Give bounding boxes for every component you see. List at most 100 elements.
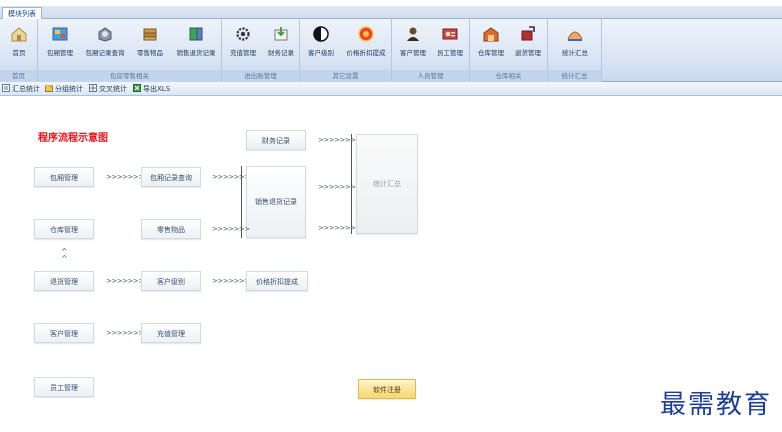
- tab-module-list[interactable]: 模块列表: [2, 7, 42, 19]
- retail-goods-button[interactable]: 零售物品: [132, 22, 168, 66]
- group-stat-icon: [45, 84, 53, 92]
- finance-record-button[interactable]: 财务记录: [264, 22, 298, 66]
- flow-staff-mgmt-button[interactable]: 员工管理: [34, 377, 94, 397]
- recharge-mgmt-button[interactable]: 充值管理: [226, 22, 260, 66]
- flow-sales-return-record-button[interactable]: 销售退货记录: [246, 166, 306, 238]
- return-mgmt-label: 退货管理: [515, 49, 541, 57]
- flow-arrow: >>>>>>>: [106, 173, 144, 181]
- room-icon: [52, 27, 68, 41]
- flow-arrow: >>>>>>>: [106, 277, 144, 285]
- flow-up-arrow: ^: [61, 254, 68, 263]
- export-xls-label: 导出XLS: [143, 85, 171, 93]
- flow-connector-right: [351, 134, 352, 234]
- ribbon-group-caption: 人员管理: [392, 70, 469, 82]
- ribbon-group-personnel: 客户管理 员工管理 人员管理: [392, 19, 470, 82]
- gear-icon: [236, 27, 250, 41]
- cross-stat-button[interactable]: 交叉统计: [89, 84, 127, 94]
- flow-arrow: >>>>>>>: [212, 225, 250, 233]
- room-mgmt-label: 包厢管理: [47, 49, 73, 57]
- flow-diagram-title: 程序流程示意图: [38, 133, 108, 144]
- flow-arrow: >>>>>>>: [212, 173, 250, 181]
- software-register-button[interactable]: 软件注册: [358, 379, 416, 399]
- ribbon-group-caption: 统计汇总: [548, 70, 601, 82]
- contrast-icon: [313, 26, 329, 42]
- ribbon-group-statistics: 统计汇总 统计汇总: [548, 19, 602, 82]
- staff-mgmt-button[interactable]: 员工管理: [432, 22, 468, 66]
- watermark-text: 最需教育: [660, 390, 773, 420]
- warehouse-mgmt-button[interactable]: 仓库管理: [473, 22, 509, 66]
- cross-stat-label: 交叉统计: [99, 85, 127, 93]
- ribbon-group-room-retail: 包厢管理 包厢记录查询 零售物品 销售退货记录 包房零售相关: [38, 19, 222, 82]
- flow-price-discount-button[interactable]: 价格折扣提成: [246, 271, 308, 291]
- warehouse-mgmt-label: 仓库管理: [478, 49, 504, 57]
- room-mgmt-button[interactable]: 包厢管理: [42, 22, 78, 66]
- flow-arrow: >>>>>>>: [212, 277, 250, 285]
- group-stat-button[interactable]: 分组统计: [45, 84, 83, 94]
- export-xls-button[interactable]: 导出XLS: [133, 84, 170, 94]
- ribbon-tab-strip: 模块列表: [0, 6, 782, 19]
- group-stat-label: 分组统计: [55, 85, 83, 93]
- return-mgmt-button[interactable]: 退货管理: [510, 22, 546, 66]
- export-xls-icon: [133, 84, 141, 92]
- ribbon-group-caption: 包房零售相关: [38, 70, 221, 82]
- staff-icon: [442, 28, 458, 40]
- ribbon-group-caption: 首页: [0, 70, 37, 82]
- record-search-icon: [98, 27, 112, 42]
- flow-recharge-mgmt-button[interactable]: 充值管理: [141, 323, 201, 343]
- customer-level-label: 客户级别: [308, 49, 334, 57]
- flow-finance-record-button[interactable]: 财务记录: [246, 130, 306, 150]
- goods-icon: [143, 28, 157, 41]
- flow-arrow: >>>>>>>: [318, 183, 356, 191]
- price-discount-button[interactable]: 价格折扣提成: [341, 22, 391, 66]
- sales-return-record-button[interactable]: 销售退货记录: [172, 22, 220, 66]
- return-icon: [521, 26, 535, 41]
- customer-icon: [407, 27, 419, 41]
- home-button-label: 首页: [12, 49, 26, 57]
- ribbon-group-caption: 其它设置: [300, 70, 391, 82]
- ribbon-group-accounts: 充值管理 财务记录 进出账管理: [222, 19, 300, 82]
- recharge-mgmt-label: 充值管理: [230, 49, 256, 57]
- room-record-query-label: 包厢记录查询: [85, 49, 125, 57]
- retail-goods-label: 零售物品: [137, 49, 163, 57]
- finance-record-label: 财务记录: [268, 49, 294, 57]
- flow-room-record-query-button[interactable]: 包厢记录查询: [141, 167, 201, 187]
- chart-icon: [567, 31, 583, 41]
- flow-retail-goods-button[interactable]: 零售物品: [141, 219, 201, 239]
- statistics-toolbar: 汇总统计 分组统计 交叉统计 导出XLS: [0, 82, 782, 96]
- ribbon: 首页 首页 包厢管理 包厢记录查询 零售物品 销售退货记录 包房零售相关 充值管…: [0, 19, 782, 82]
- summary-stat-label: 汇总统计: [12, 85, 40, 93]
- flow-warehouse-mgmt-button[interactable]: 仓库管理: [34, 219, 94, 239]
- ribbon-group-caption: 进出账管理: [222, 70, 299, 82]
- ribbon-group-warehouse: 仓库管理 退货管理 仓库相关: [470, 19, 548, 82]
- flow-customer-level-button[interactable]: 客户级别: [141, 271, 201, 291]
- ribbon-group-caption: 仓库相关: [470, 70, 547, 82]
- summary-stat-button[interactable]: 汇总统计: [2, 84, 40, 94]
- flow-customer-mgmt-button[interactable]: 客户管理: [34, 323, 94, 343]
- customer-mgmt-label: 客户管理: [400, 49, 426, 57]
- ribbon-group-other-settings: 客户级别 价格折扣提成 其它设置: [300, 19, 392, 82]
- flow-arrow: >>>>>>>: [106, 329, 144, 337]
- stats-summary-label: 统计汇总: [562, 49, 588, 57]
- home-button[interactable]: 首页: [4, 22, 34, 66]
- staff-mgmt-label: 员工管理: [437, 49, 463, 57]
- warehouse-icon: [483, 27, 499, 42]
- summary-icon: [2, 84, 10, 92]
- flow-room-mgmt-button[interactable]: 包厢管理: [34, 167, 94, 187]
- flow-arrow: >>>>>>>: [318, 136, 356, 144]
- sales-return-record-label: 销售退货记录: [176, 49, 216, 57]
- home-icon: [11, 27, 27, 42]
- flow-stats-summary-button[interactable]: 统计汇总: [356, 134, 418, 234]
- flow-return-mgmt-button[interactable]: 退货管理: [34, 271, 94, 291]
- customer-mgmt-button[interactable]: 客户管理: [395, 22, 431, 66]
- cross-stat-icon: [89, 84, 97, 92]
- customer-level-button[interactable]: 客户级别: [303, 22, 339, 66]
- room-record-query-button[interactable]: 包厢记录查询: [82, 22, 128, 66]
- discount-icon: [358, 26, 374, 42]
- app-window: 模块列表 首页 首页 包厢管理 包厢记录查询 零售物品 销售退货记录 包房零售相…: [0, 0, 782, 432]
- ribbon-group-home: 首页 首页: [0, 19, 38, 82]
- sales-return-icon: [189, 27, 203, 41]
- stats-summary-button[interactable]: 统计汇总: [556, 22, 594, 66]
- finance-icon: [274, 27, 288, 41]
- flow-arrow: >>>>>>>: [318, 224, 356, 232]
- price-discount-label: 价格折扣提成: [346, 49, 386, 57]
